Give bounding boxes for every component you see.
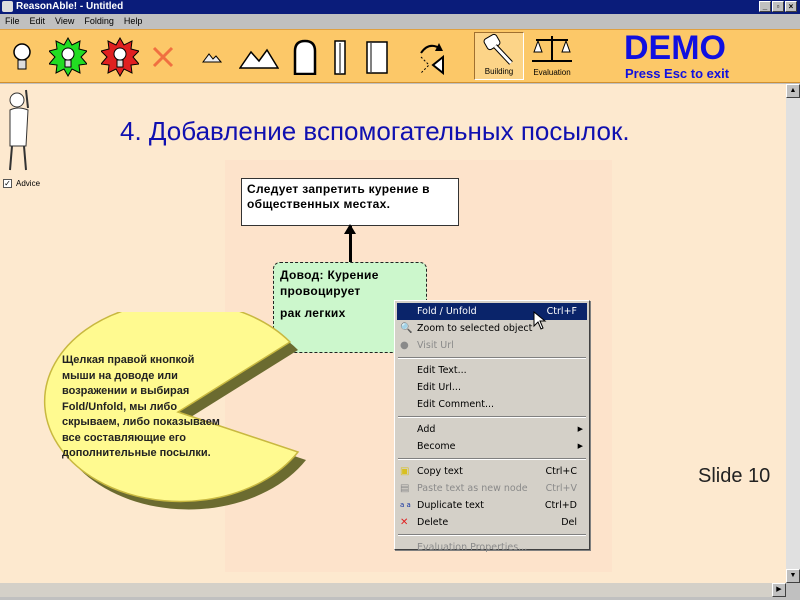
magnifier-icon: 🔍 <box>400 323 413 334</box>
menu-edit[interactable]: Edit <box>30 14 46 29</box>
evaluation-mode-button[interactable]: Evaluation <box>527 32 577 80</box>
tombstone-icon[interactable] <box>290 36 320 78</box>
menu-item-edit-url[interactable]: Edit Url... <box>397 379 587 396</box>
close-button[interactable]: × <box>785 1 797 12</box>
claim-node[interactable]: Следует запретить курение в общественных… <box>241 178 459 226</box>
mountains-icon[interactable] <box>238 36 280 78</box>
menu-separator <box>398 416 586 418</box>
hammer-icon <box>483 33 513 65</box>
delete-icon: ✕ <box>400 517 409 528</box>
menu-bar: File Edit View Folding Help <box>0 14 800 29</box>
reason-text: Довод: Курение провоцирует <box>280 268 379 298</box>
slide-number: Slide 10 <box>698 465 771 487</box>
menu-file[interactable]: File <box>5 14 20 29</box>
menu-folding[interactable]: Folding <box>84 14 114 29</box>
menu-item-edit-text[interactable]: Edit Text... <box>397 362 587 379</box>
pillar-icon[interactable] <box>330 36 350 78</box>
title-bar: ReasonAble! - Untitled _ ▫ × <box>0 0 800 14</box>
rotate-icon[interactable] <box>414 36 448 78</box>
menu-item-evaluation-properties: Evaluation Properties... <box>417 542 528 553</box>
menu-separator <box>398 534 586 536</box>
bulb-red-icon[interactable] <box>100 36 140 78</box>
menu-item-copy-text[interactable]: ▣ Copy text Ctrl+C <box>397 463 587 480</box>
vertical-scrollbar[interactable]: ▲ ▼ <box>786 84 800 583</box>
menu-item-add[interactable]: Add ▶ <box>397 421 587 438</box>
menu-item-paste-text: ▤ Paste text as new node Ctrl+V <box>400 483 577 494</box>
app-icon <box>2 1 13 12</box>
claim-text: Следует запретить курение в общественных… <box>247 182 430 211</box>
building-mode-button[interactable]: Building <box>474 32 524 80</box>
submenu-arrow-icon: ▶ <box>577 442 583 450</box>
restore-button[interactable]: ▫ <box>772 1 784 12</box>
submenu-arrow-icon: ▶ <box>577 425 583 433</box>
slide-title: 4. Добавление вспомогательных посылок. <box>120 116 630 146</box>
menu-item-delete[interactable]: ✕ Delete Del <box>397 514 587 531</box>
advice-checkbox[interactable]: ✓ Advice <box>3 179 40 188</box>
callout-text: Щелкая правой кнопкой мыши на доводе или… <box>62 354 220 459</box>
horizontal-scrollbar[interactable]: ▶ <box>0 583 786 597</box>
mouse-cursor-icon <box>533 311 547 330</box>
context-menu: Fold / Unfold Ctrl+F 🔍 Zoom to selected ob… <box>394 300 590 553</box>
demo-hint: Press Esc to exit <box>625 66 730 81</box>
globe-icon: ● <box>400 340 409 351</box>
minimize-button[interactable]: _ <box>759 1 771 12</box>
scales-icon <box>532 36 572 62</box>
advice-label: Advice <box>16 179 41 188</box>
bulb-icon[interactable] <box>8 36 36 78</box>
advice-check[interactable]: ✓ <box>3 179 12 188</box>
bulb-green-icon[interactable] <box>48 36 88 78</box>
menu-item-visit-url: ● Visit Url <box>400 340 454 351</box>
demo-label: DEMO <box>624 29 726 67</box>
arrow-head <box>344 224 356 234</box>
copy-icon: ▣ <box>400 466 410 477</box>
scroll-up-icon[interactable]: ▲ <box>786 84 800 98</box>
menu-item-duplicate-text[interactable]: a a Duplicate text Ctrl+D <box>397 497 587 514</box>
menu-item-fold-unfold[interactable]: Fold / Unfold Ctrl+F <box>397 303 587 320</box>
duplicate-icon: a a <box>400 501 411 509</box>
philosopher-icon <box>9 89 29 171</box>
scroll-down-icon[interactable]: ▼ <box>786 569 800 583</box>
menu-item-zoom[interactable]: 🔍 Zoom to selected object <box>397 320 587 337</box>
menu-help[interactable]: Help <box>124 14 143 29</box>
menu-view[interactable]: View <box>55 14 74 29</box>
menu-item-edit-comment[interactable]: Edit Comment... <box>397 396 587 413</box>
menu-item-become[interactable]: Become ▶ <box>397 438 587 455</box>
delete-x-icon[interactable] <box>148 36 178 78</box>
toolbar: Building Evaluation DEMO Press Esc to ex… <box>0 29 800 83</box>
menu-separator <box>398 357 586 359</box>
paste-icon: ▤ <box>400 483 410 494</box>
scroll-icon[interactable] <box>362 36 392 78</box>
evaluation-label: Evaluation <box>533 68 571 77</box>
building-label: Building <box>484 67 514 76</box>
small-mountains-icon[interactable] <box>200 36 224 78</box>
menu-separator <box>398 458 586 460</box>
window-title: ReasonAble! - Untitled <box>16 1 124 12</box>
scroll-right-icon[interactable]: ▶ <box>772 583 786 597</box>
